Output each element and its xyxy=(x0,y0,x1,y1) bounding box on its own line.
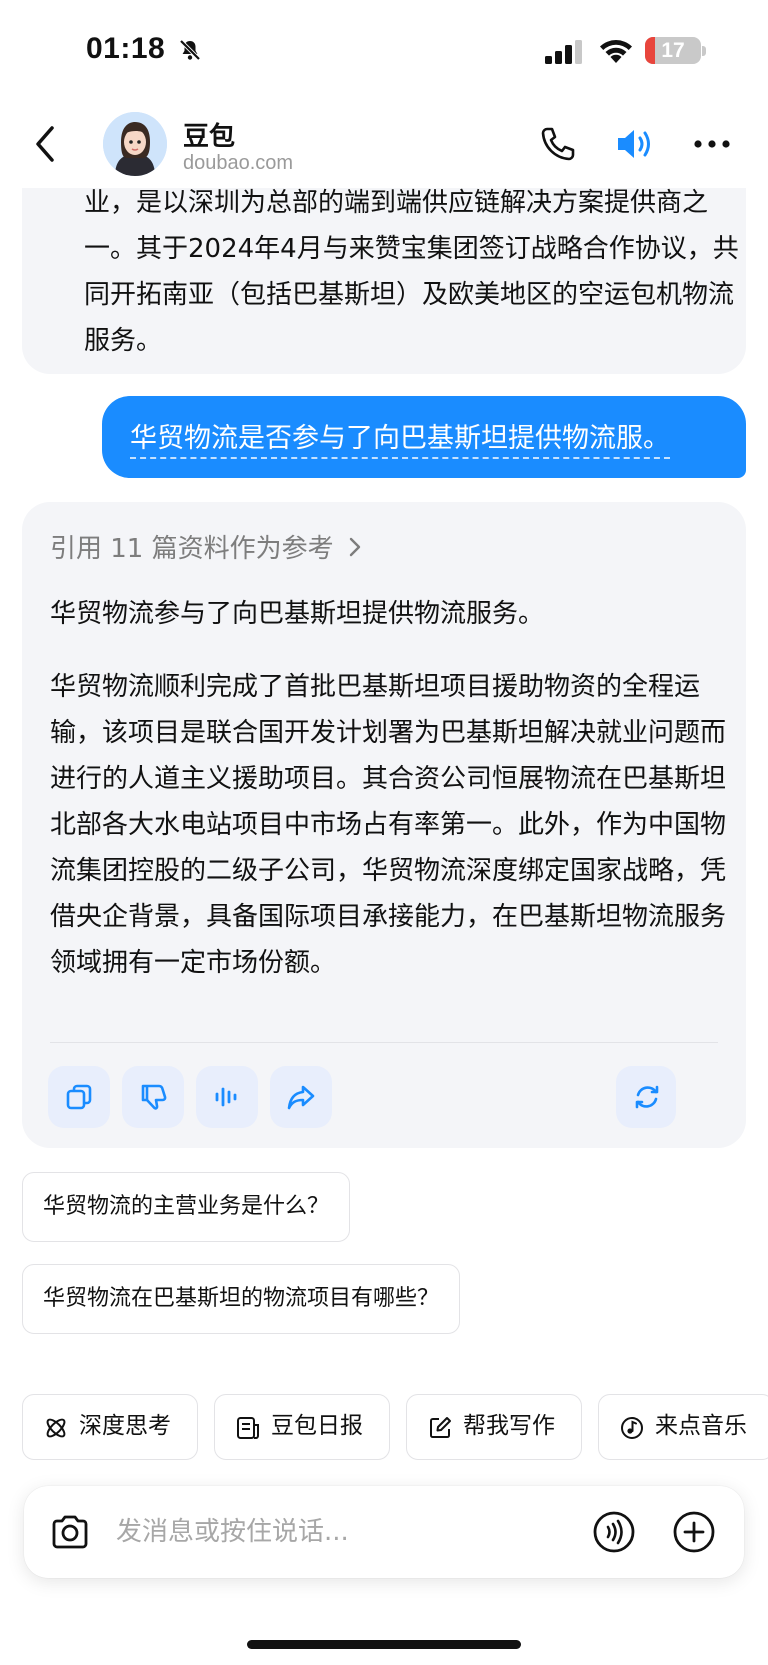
camera-icon[interactable] xyxy=(48,1510,92,1554)
share-button[interactable] xyxy=(270,1066,332,1128)
bot-answer-card: 引用 11 篇资料作为参考 华贸物流参与了向巴基斯坦提供物流服务。 华贸物流顺利… xyxy=(22,502,746,1148)
copy-button[interactable] xyxy=(48,1066,110,1128)
mute-bell-icon xyxy=(179,39,201,61)
play-voice-button[interactable] xyxy=(196,1066,258,1128)
voice-call-icon[interactable] xyxy=(592,1510,636,1554)
chip-label: 深度思考 xyxy=(79,1413,171,1439)
atom-icon xyxy=(46,1418,66,1438)
regenerate-icon xyxy=(635,1085,659,1109)
user-message-bubble[interactable]: 华贸物流是否参与了向巴基斯坦提供物流服。 xyxy=(102,396,746,478)
back-icon[interactable] xyxy=(30,122,60,166)
message-input-bar xyxy=(24,1486,744,1578)
speaker-icon[interactable] xyxy=(614,124,658,164)
chip-daily-report[interactable]: 豆包日报 xyxy=(214,1394,390,1460)
chip-music[interactable]: 来点音乐 xyxy=(598,1394,768,1460)
chip-writing[interactable]: 帮我写作 xyxy=(406,1394,582,1460)
music-icon xyxy=(621,1417,643,1439)
references-link[interactable]: 引用 11 篇资料作为参考 xyxy=(50,528,362,565)
battery-level: 17 xyxy=(661,39,685,62)
home-indicator[interactable] xyxy=(247,1640,521,1649)
answer-summary: 华贸物流参与了向巴基斯坦提供物流服务。 xyxy=(50,599,545,629)
status-bar: 01:18 17 xyxy=(0,0,768,100)
dislike-icon xyxy=(141,1084,167,1110)
voice-play-icon xyxy=(215,1087,237,1107)
newspaper-icon xyxy=(237,1417,259,1439)
answer-detail: 华贸物流顺利完成了首批巴基斯坦项目援助物资的全程运输，该项目是联合国开发计划署为… xyxy=(50,672,727,978)
suggestion-2[interactable]: 华贸物流在巴基斯坦的物流项目有哪些？ xyxy=(22,1264,461,1334)
status-time: 01:18 xyxy=(86,32,166,65)
phone-icon[interactable] xyxy=(538,124,578,164)
copy-icon xyxy=(66,1084,92,1110)
plus-icon[interactable] xyxy=(672,1510,716,1554)
chip-deep-think[interactable]: 深度思考 xyxy=(22,1394,198,1460)
chip-label: 帮我写作 xyxy=(463,1413,555,1439)
regenerate-button[interactable] xyxy=(616,1066,676,1128)
message-input[interactable] xyxy=(116,1506,546,1558)
chip-label: 豆包日报 xyxy=(271,1413,363,1439)
feature-chips: 深度思考 豆包日报 帮我写作 来点音乐 xyxy=(22,1394,768,1462)
edit-icon xyxy=(430,1417,451,1438)
more-icon[interactable] xyxy=(692,138,732,150)
chevron-right-icon xyxy=(349,537,360,556)
chip-label: 来点音乐 xyxy=(655,1413,747,1439)
battery-cap xyxy=(702,46,706,56)
suggestion-1[interactable]: 华贸物流的主营业务是什么？ xyxy=(22,1172,351,1242)
share-icon xyxy=(287,1085,315,1110)
chat-header: 豆包 doubao.com xyxy=(0,100,768,188)
dislike-button[interactable] xyxy=(122,1066,184,1128)
battery-indicator: 17 xyxy=(645,37,701,64)
avatar[interactable] xyxy=(103,112,167,176)
previous-message-text: 业，是以深圳为总部的端到端供应链解决方案提供商之一。其于2024年4月与来赞宝集… xyxy=(84,188,739,356)
divider xyxy=(50,1042,718,1043)
bot-name: 豆包 xyxy=(183,122,236,152)
user-message-text: 华贸物流是否参与了向巴基斯坦提供物流服。 xyxy=(130,416,670,459)
wifi-icon xyxy=(600,40,632,63)
bot-domain: doubao.com xyxy=(183,152,294,174)
cellular-signal-icon xyxy=(545,40,582,64)
references-label: 引用 11 篇资料作为参考 xyxy=(50,534,334,564)
